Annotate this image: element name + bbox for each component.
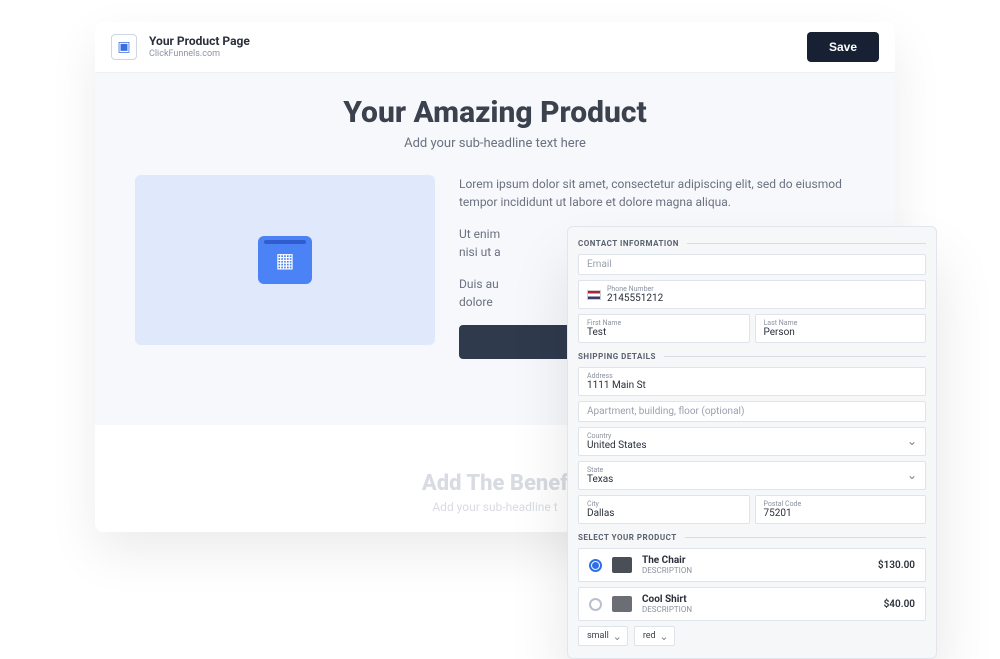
topbar: ▣ Your Product Page ClickFunnels.com Sav…: [95, 22, 895, 73]
radio-unselected-icon[interactable]: [589, 598, 602, 611]
email-field[interactable]: Email: [578, 254, 926, 275]
address2-field[interactable]: Apartment, building, floor (optional): [578, 401, 926, 422]
postal-field[interactable]: Postal Code 75201: [755, 495, 927, 524]
product-price: $130.00: [878, 560, 915, 571]
variant-color-select[interactable]: red: [634, 626, 675, 646]
clickfunnels-logo-icon: ▣: [111, 34, 137, 60]
section-contact-header: CONTACT INFORMATION: [578, 239, 926, 248]
product-price: $40.00: [884, 599, 915, 610]
state-select[interactable]: State Texas: [578, 461, 926, 490]
product-option-shirt[interactable]: Cool Shirt DESCRIPTION $40.00: [578, 587, 926, 621]
product-thumb-icon: [612, 557, 632, 573]
body-paragraph-1[interactable]: Lorem ipsum dolor sit amet, consectetur …: [459, 175, 855, 211]
address-field[interactable]: Address 1111 Main St: [578, 367, 926, 396]
media-placeholder[interactable]: ▦: [135, 175, 435, 345]
page-title: Your Product Page: [149, 34, 250, 48]
product-option-chair[interactable]: The Chair DESCRIPTION $130.00: [578, 548, 926, 582]
variant-size-select[interactable]: small: [578, 626, 628, 646]
page-subtitle: ClickFunnels.com: [149, 49, 250, 60]
hero-subheadline[interactable]: Add your sub-headline text here: [135, 136, 855, 151]
clickfunnels-icon: ▦: [258, 236, 312, 284]
city-field[interactable]: City Dallas: [578, 495, 750, 524]
us-flag-icon[interactable]: [587, 290, 601, 300]
product-thumb-icon: [612, 596, 632, 612]
phone-field[interactable]: Phone Number 2145551212: [578, 280, 926, 309]
save-button[interactable]: Save: [807, 32, 879, 62]
country-select[interactable]: Country United States: [578, 427, 926, 456]
first-name-field[interactable]: First Name Test: [578, 314, 750, 343]
hero-headline[interactable]: Your Amazing Product: [135, 95, 855, 130]
radio-selected-icon[interactable]: [589, 559, 602, 572]
section-product-header: SELECT YOUR PRODUCT: [578, 533, 926, 542]
checkout-form-overlay: CONTACT INFORMATION Email Phone Number 2…: [567, 226, 937, 659]
last-name-field[interactable]: Last Name Person: [755, 314, 927, 343]
cta-button-placeholder[interactable]: [459, 325, 579, 359]
section-shipping-header: SHIPPING DETAILS: [578, 352, 926, 361]
